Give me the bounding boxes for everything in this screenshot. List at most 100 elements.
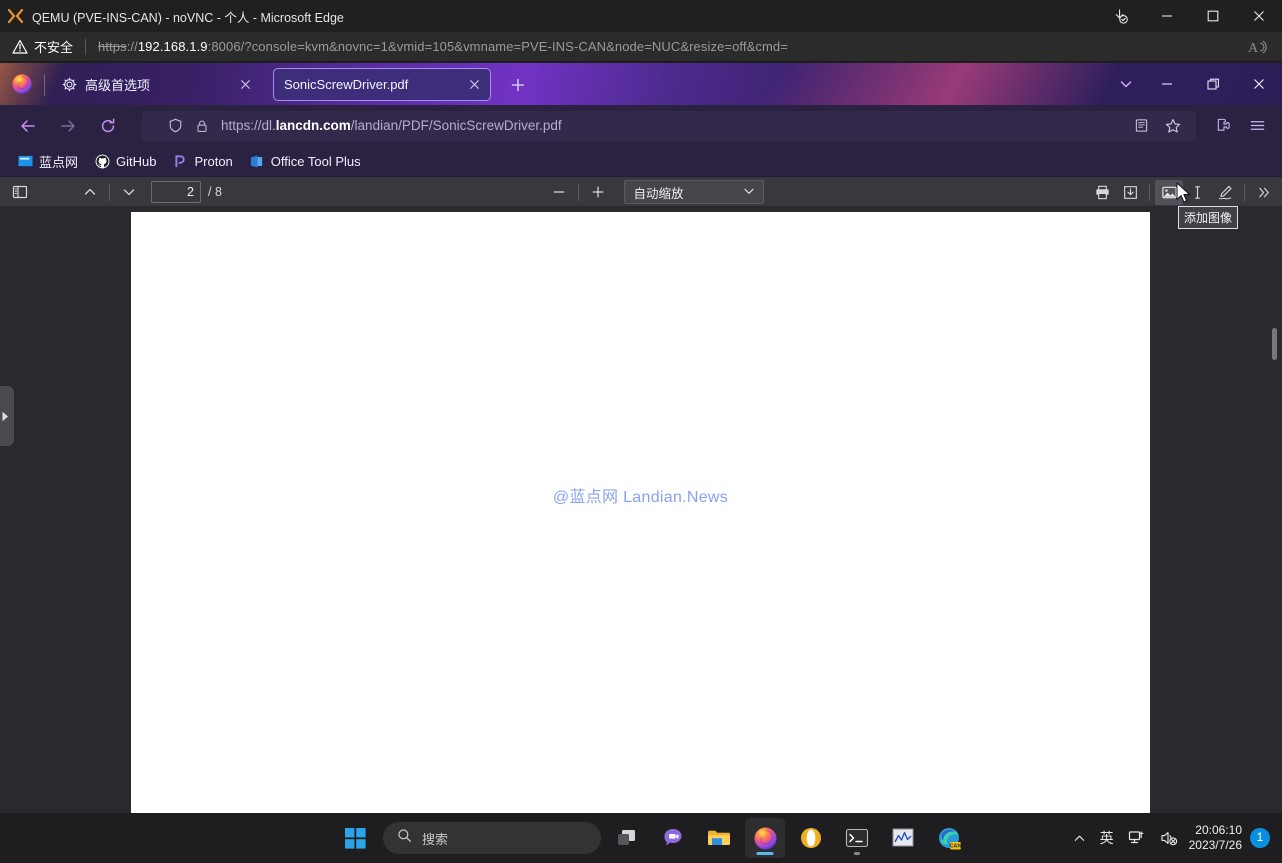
bookmark-label: Office Tool Plus	[270, 153, 361, 169]
reload-button[interactable]	[92, 111, 124, 141]
firefox-nav-right	[1206, 111, 1274, 141]
windows-taskbar: 搜索 CAN 英 20:06:10 2023/7/26 1	[0, 813, 1282, 863]
pdf-page: @蓝点网 Landian.News	[131, 212, 1150, 813]
expand-sidebar-arrow-icon[interactable]	[0, 386, 14, 446]
taskbar-running-indicator	[854, 852, 860, 855]
vertical-scrollbar[interactable]	[1269, 206, 1280, 813]
bookmark-landian[interactable]: 蓝点网	[10, 150, 85, 172]
url-separator: ://	[126, 39, 138, 54]
edge-window-title: QEMU (PVE-INS-CAN) - noVNC - 个人 - Micros…	[32, 10, 344, 25]
gear-icon	[61, 77, 77, 93]
office-tool-plus-icon	[249, 153, 265, 169]
pdf-toolbar-center: 自动缩放	[545, 180, 765, 205]
tooltip-add-image: 添加图像	[1178, 206, 1239, 229]
next-page-button[interactable]	[115, 180, 143, 205]
read-aloud-icon[interactable]: A	[1248, 38, 1268, 56]
new-tab-button[interactable]	[503, 70, 533, 100]
firefox-minimize-button[interactable]	[1144, 63, 1190, 105]
taskbar-search-box[interactable]: 搜索	[383, 822, 601, 854]
firefox-tab-sonicscrewdriver-pdf[interactable]: SonicScrewDriver.pdf	[273, 68, 491, 101]
url-rest: :8006/?console=kvm&novnc=1&vmid=105&vmna…	[207, 39, 788, 54]
taskbar-task-view[interactable]	[607, 818, 647, 858]
url-prefix: https://dl.	[221, 118, 276, 133]
edge-minimize-button[interactable]	[1144, 0, 1190, 32]
back-button[interactable]	[12, 111, 44, 141]
firefox-bookmarks-bar: 蓝点网 GitHub Proton Office Tool Plus	[0, 146, 1282, 177]
clock-date: 2023/7/26	[1188, 838, 1242, 852]
windows-start-icon[interactable]	[335, 818, 375, 858]
proton-icon	[172, 153, 188, 169]
sidebar-toggle-icon[interactable]	[6, 180, 34, 205]
bookmark-github[interactable]: GitHub	[87, 150, 163, 172]
svg-text:A: A	[1248, 41, 1259, 56]
firefox-close-button[interactable]	[1236, 63, 1282, 105]
pdf-toolbar-left: 2 / 8	[0, 180, 222, 205]
toolbar-divider	[109, 183, 110, 201]
taskbar-monitor[interactable]	[883, 818, 923, 858]
url-domain: lancdn.com	[275, 118, 351, 133]
taskbar-file-explorer[interactable]	[699, 818, 739, 858]
forward-button[interactable]	[52, 111, 84, 141]
list-all-tabs-button[interactable]	[1108, 67, 1144, 101]
zoom-out-button[interactable]	[545, 180, 573, 205]
close-icon[interactable]	[464, 75, 484, 95]
novnc-icon	[8, 8, 24, 24]
tray-ime-indicator[interactable]: 英	[1093, 818, 1121, 858]
github-icon	[94, 153, 110, 169]
more-tools-button[interactable]	[1250, 180, 1278, 205]
warning-triangle-icon	[12, 39, 28, 55]
search-icon	[397, 828, 412, 848]
edge-close-button[interactable]	[1236, 0, 1282, 32]
edge-address-bar[interactable]: 不安全 https://192.168.1.9:8006/?console=kv…	[0, 32, 1282, 62]
save-button[interactable]	[1116, 180, 1144, 205]
volume-muted-icon[interactable]	[1153, 818, 1185, 858]
reader-view-icon[interactable]	[1126, 112, 1156, 140]
lock-icon[interactable]	[195, 119, 209, 133]
taskbar-chat[interactable]	[653, 818, 693, 858]
bookmark-proton[interactable]: Proton	[165, 150, 239, 172]
firefox-logo-icon	[0, 63, 44, 105]
toolbar-divider	[1244, 183, 1245, 201]
edge-downloads-button[interactable]	[1096, 0, 1144, 32]
scrollbar-thumb[interactable]	[1272, 328, 1277, 360]
page-number-input[interactable]: 2	[151, 181, 201, 203]
taskbar-opera[interactable]	[791, 818, 831, 858]
shield-icon[interactable]	[168, 118, 183, 133]
tray-overflow-button[interactable]	[1066, 818, 1093, 858]
url-host: 192.168.1.9	[137, 39, 208, 54]
tab-strip-divider	[44, 74, 45, 96]
add-text-button[interactable]	[1183, 180, 1211, 205]
firefox-tab-advanced-preferences[interactable]: 高级首选项	[51, 68, 261, 101]
add-image-button[interactable]	[1155, 179, 1183, 205]
security-status-label: 不安全	[34, 40, 74, 55]
taskbar-firefox[interactable]	[745, 818, 785, 858]
url-bar-actions	[1126, 112, 1188, 140]
taskbar-clock[interactable]: 20:06:10 2023/7/26	[1185, 823, 1250, 853]
zoom-in-button[interactable]	[584, 180, 612, 205]
svg-text:CAN: CAN	[949, 843, 961, 849]
chevron-down-icon	[743, 185, 755, 200]
firefox-restore-button[interactable]	[1190, 63, 1236, 105]
url-scheme: https	[98, 39, 127, 54]
notification-badge[interactable]: 1	[1250, 828, 1270, 848]
extensions-puzzle-icon[interactable]	[1206, 111, 1240, 141]
toolbar-divider	[1149, 183, 1150, 201]
taskbar-terminal[interactable]	[837, 818, 877, 858]
previous-page-button[interactable]	[76, 180, 104, 205]
taskbar-center-group: 搜索 CAN	[335, 813, 969, 863]
bookmark-office-tool-plus[interactable]: Office Tool Plus	[242, 150, 368, 172]
firefox-tab-label: SonicScrewDriver.pdf	[284, 77, 409, 92]
network-disconnected-icon[interactable]	[1121, 818, 1153, 858]
zoom-level-select[interactable]: 自动缩放	[624, 180, 765, 204]
firefox-url-bar[interactable]: https://dl.lancdn.com/landian/PDF/SonicS…	[142, 110, 1196, 141]
taskbar-edge-canary[interactable]: CAN	[929, 818, 969, 858]
print-button[interactable]	[1088, 180, 1116, 205]
star-icon[interactable]	[1158, 112, 1188, 140]
pdf-document-area[interactable]: @蓝点网 Landian.News	[0, 206, 1282, 813]
url-path: /landian/PDF/SonicScrewDriver.pdf	[350, 118, 562, 133]
close-icon[interactable]	[235, 75, 255, 95]
edge-maximize-button[interactable]	[1190, 0, 1236, 32]
landian-icon	[17, 153, 33, 169]
hamburger-menu-icon[interactable]	[1240, 111, 1274, 141]
draw-button[interactable]	[1211, 180, 1239, 205]
